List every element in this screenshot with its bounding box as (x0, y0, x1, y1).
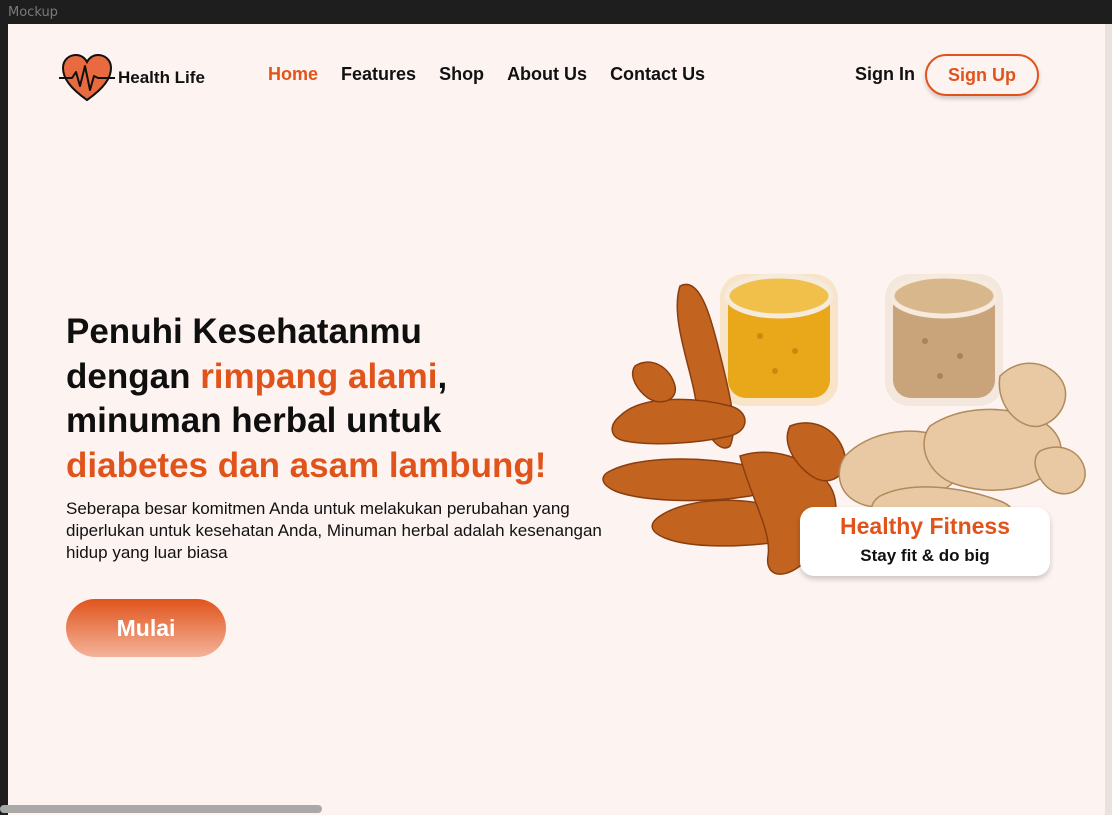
hero-title-accent-rimpang: rimpang alami (200, 356, 438, 396)
hero-title: Penuhi Kesehatanmu dengan rimpang alami,… (66, 310, 606, 488)
vertical-scroll-track (1105, 24, 1112, 815)
heart-pulse-icon (59, 53, 115, 102)
logo[interactable]: Health Life (58, 52, 205, 104)
sign-up-button[interactable]: Sign Up (925, 54, 1039, 96)
nav-home[interactable]: Home (268, 64, 318, 85)
nav-shop[interactable]: Shop (439, 64, 484, 85)
horizontal-scrollbar[interactable] (0, 805, 322, 813)
card-subtitle: Stay fit & do big (860, 546, 990, 565)
healthy-fitness-card: Healthy Fitness Stay fit & do big (800, 507, 1050, 576)
hero-title-line2-suffix: , (437, 356, 448, 396)
sign-in-link[interactable]: Sign In (855, 64, 915, 85)
nav-contact-us[interactable]: Contact Us (610, 64, 705, 85)
hero-title-line2-prefix: dengan (66, 356, 201, 396)
mulai-button[interactable]: Mulai (66, 599, 226, 657)
hero-title-line1: Penuhi Kesehatanmu (66, 312, 422, 351)
hero-title-accent-diabetes: diabetes dan asam lambung! (66, 445, 547, 485)
nav-features[interactable]: Features (341, 64, 416, 85)
hero-title-line3: minuman herbal untuk (66, 401, 442, 440)
brand-name: Health Life (118, 68, 205, 87)
page-frame: Health Life Home Features Shop About Us … (8, 24, 1105, 815)
window-title: Mockup (8, 5, 58, 20)
window-titlebar: Mockup (0, 0, 1112, 24)
nav-about-us[interactable]: About Us (507, 64, 587, 85)
hero-description: Seberapa besar komitmen Anda untuk melak… (66, 499, 602, 562)
main-nav: Home Features Shop About Us Contact Us (268, 64, 728, 85)
card-title: Healthy Fitness (840, 513, 1010, 539)
